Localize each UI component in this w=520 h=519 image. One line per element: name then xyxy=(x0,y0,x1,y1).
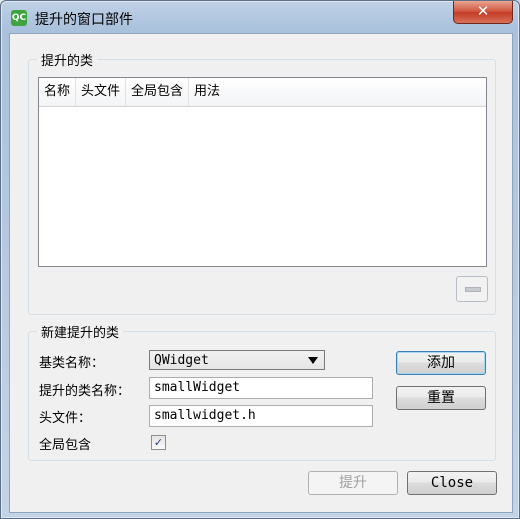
promoted-class-name-input[interactable]: smallWidget xyxy=(149,377,373,399)
base-class-label: 基类名称： xyxy=(39,356,105,371)
promoted-classes-group: 提升的类 名称 头文件 全局包含 用法 xyxy=(28,50,496,315)
new-promoted-class-group: 新建提升的类 基类名称： QWidget 提升的类名称： smallWidget… xyxy=(28,322,496,461)
global-include-label: 全局包含 xyxy=(39,438,92,453)
reset-button[interactable]: 重置 xyxy=(396,386,486,410)
close-icon: ✕ xyxy=(476,2,490,20)
dropdown-arrow-icon xyxy=(308,357,318,364)
column-header-header-file[interactable]: 头文件 xyxy=(76,78,127,106)
table-header: 名称 头文件 全局包含 用法 xyxy=(39,78,486,107)
promote-button[interactable]: 提升 xyxy=(308,471,398,495)
header-file-label: 头文件： xyxy=(39,411,92,426)
promoted-classes-group-title: 提升的类 xyxy=(37,50,98,69)
promoted-classes-table[interactable]: 名称 头文件 全局包含 用法 xyxy=(38,77,487,267)
window-close-button[interactable]: ✕ xyxy=(453,1,513,24)
qt-creator-icon: QC xyxy=(11,10,27,26)
window-title: 提升的窗口部件 xyxy=(35,12,133,28)
remove-button[interactable] xyxy=(456,276,488,302)
global-include-checkbox[interactable]: ✓ xyxy=(151,435,166,450)
base-class-value: QWidget xyxy=(154,353,209,368)
dialog-client-area: 提升的类 名称 头文件 全局包含 用法 新建提升的类 基类名称： QWidget xyxy=(9,33,513,513)
header-file-value: smallwidget.h xyxy=(154,408,256,423)
promoted-widgets-dialog: QC 提升的窗口部件 ✕ 提升的类 名称 头文件 全局包含 用法 新建提升的类 xyxy=(0,0,520,519)
title-bar[interactable]: QC 提升的窗口部件 ✕ xyxy=(1,1,519,33)
header-file-input[interactable]: smallwidget.h xyxy=(149,405,373,427)
add-button[interactable]: 添加 xyxy=(396,351,486,375)
column-header-usage[interactable]: 用法 xyxy=(189,78,486,106)
base-class-combobox[interactable]: QWidget xyxy=(149,350,325,370)
column-header-global-include[interactable]: 全局包含 xyxy=(126,78,190,106)
close-button[interactable]: Close xyxy=(407,471,497,495)
promoted-class-name-label: 提升的类名称： xyxy=(39,384,131,399)
column-header-name[interactable]: 名称 xyxy=(39,78,77,106)
promoted-class-name-value: smallWidget xyxy=(154,380,241,395)
checkmark-icon: ✓ xyxy=(153,436,164,449)
new-promoted-class-group-title: 新建提升的类 xyxy=(37,322,124,341)
